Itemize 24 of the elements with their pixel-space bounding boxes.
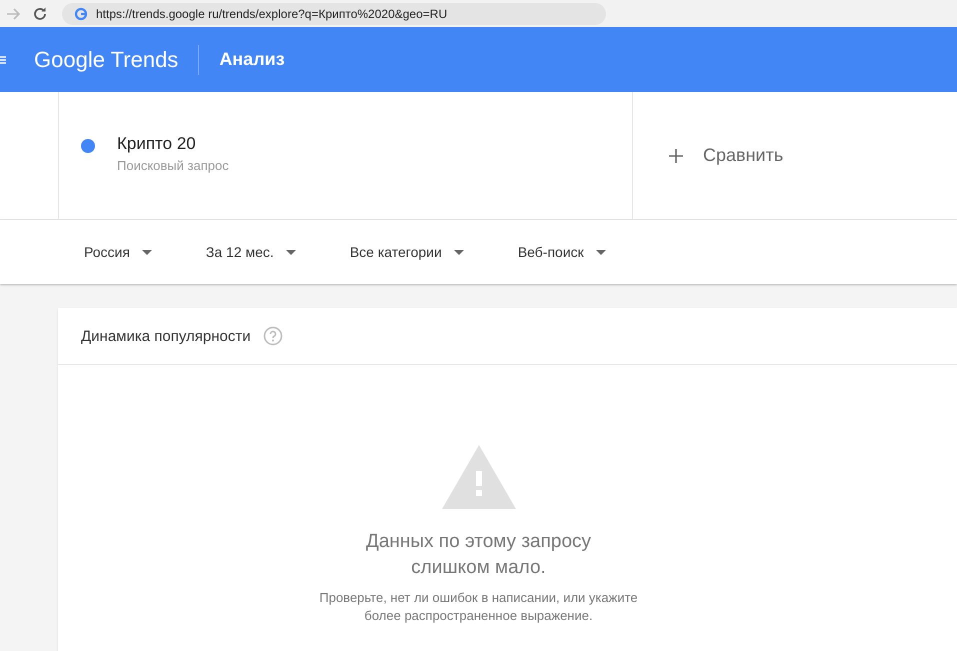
page-title: Анализ (219, 49, 285, 70)
warning-icon (442, 445, 516, 509)
reload-icon[interactable] (32, 6, 48, 22)
term-name[interactable]: Крипто 20 (117, 134, 229, 154)
caret-icon (142, 250, 152, 254)
hint-text: Проверьте, нет ли ошибок в написании, или укажите более распространенное выражение. (318, 589, 639, 625)
compare-button[interactable]: Сравнить (663, 92, 790, 219)
filter-dropdown[interactable]: Все категории (340, 238, 474, 266)
caret-icon (596, 250, 606, 254)
google-g-icon (74, 6, 88, 20)
term-type: Поисковый запрос (117, 158, 229, 173)
filter-dropdown[interactable]: За 12 мес. (196, 238, 306, 266)
filter-dropdown[interactable]: Веб-поиск (508, 238, 616, 266)
menu-icon[interactable] (0, 54, 6, 66)
plus-icon (669, 148, 683, 162)
no-data-message: Данных по этому запросу слишком мало. (364, 530, 592, 580)
logo[interactable]: Google Trends (34, 46, 178, 72)
address-bar[interactable]: https://trends.google ru/trends/explore?q=Крипто%2020&geo=RU (62, 2, 606, 24)
caret-icon (454, 250, 464, 254)
caret-icon (286, 250, 296, 254)
help-icon[interactable] (262, 326, 283, 346)
filter-dropdown[interactable]: Россия (74, 238, 162, 266)
url-text: https://trends.google ru/trends/explore?q=Крипто%2020&geo=RU (96, 6, 448, 20)
card-title: Динамика популярности (81, 328, 251, 344)
